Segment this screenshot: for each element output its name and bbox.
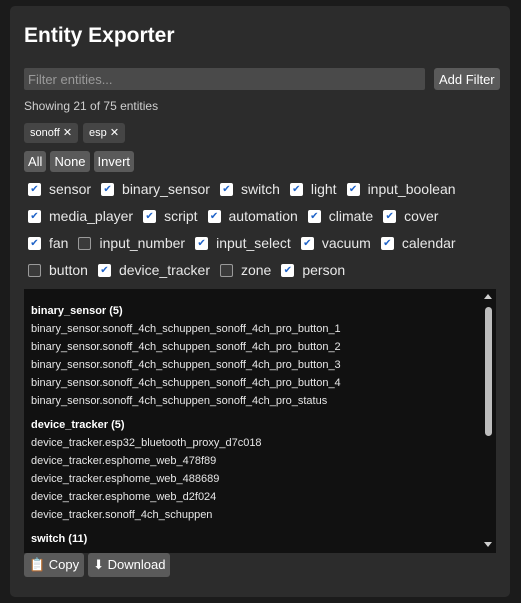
checkbox-checked-icon[interactable]: [97, 263, 111, 277]
export-actions: 📋 Copy ⬇ Download: [24, 553, 171, 577]
copy-button[interactable]: 📋 Copy: [24, 553, 85, 577]
entity-group: device_tracker (5) device_tracker.esp32_b…: [31, 416, 496, 524]
domain-label: calendar: [401, 235, 456, 251]
domain-label: vacuum: [321, 235, 371, 251]
entity-row: device_tracker.esphome_web_488689: [31, 473, 220, 485]
domain-label: input_number: [99, 235, 186, 251]
entity-row: binary_sensor.sonoff_4ch_schuppen_sonoff…: [31, 323, 341, 335]
domain-checkbox-climate[interactable]: climate: [307, 205, 374, 227]
domain-label: person: [302, 262, 346, 278]
domain-label: automation: [228, 208, 298, 224]
checkbox-checked-icon[interactable]: [28, 182, 41, 196]
entity-group-header: switch (11): [31, 533, 88, 545]
entity-row: device_tracker.sonoff_4ch_schuppen: [31, 509, 213, 521]
domain-label: button: [49, 262, 88, 278]
scroll-down-arrow-icon[interactable]: [484, 542, 492, 547]
domain-label: input_select: [216, 235, 291, 251]
download-button[interactable]: ⬇ Download: [88, 553, 171, 577]
checkbox-checked-icon[interactable]: [143, 209, 157, 223]
checkbox-checked-icon[interactable]: [380, 236, 394, 250]
domain-label: script: [164, 208, 198, 224]
domain-checkbox-cover[interactable]: cover: [383, 205, 438, 227]
domain-checkbox-device-tracker[interactable]: device_tracker: [97, 259, 210, 281]
checkbox-checked-icon[interactable]: [346, 182, 360, 196]
entity-list-content: binary_sensor (5) binary_sensor.sonoff_4c…: [24, 289, 496, 548]
entity-group-header: binary_sensor (5): [31, 305, 123, 317]
checkbox-checked-icon[interactable]: [101, 182, 115, 196]
entity-row: binary_sensor.sonoff_4ch_schuppen_sonoff…: [31, 359, 341, 371]
entity-row: device_tracker.esphome_web_d2f024: [31, 491, 217, 503]
domain-checkbox-zone[interactable]: zone: [219, 259, 272, 281]
domain-checkbox-fan[interactable]: fan: [28, 232, 68, 254]
selection-buttons: All None Invert: [24, 151, 135, 172]
select-all-button[interactable]: All: [24, 151, 47, 172]
filter-chip-esp[interactable]: esp ✕: [83, 123, 126, 143]
invert-selection-button[interactable]: Invert: [93, 151, 135, 172]
checkbox-checked-icon[interactable]: [28, 209, 41, 223]
domain-checkbox-automation[interactable]: automation: [207, 205, 298, 227]
domain-checkbox-list: sensor binary_sensor switch light input_bool…: [28, 178, 498, 281]
checkbox-unchecked-icon[interactable]: [219, 263, 233, 277]
scroll-up-arrow-icon[interactable]: [484, 294, 492, 299]
checkbox-unchecked-icon[interactable]: [28, 263, 41, 277]
domain-checkbox-calendar[interactable]: calendar: [380, 232, 456, 254]
domain-label: climate: [328, 208, 374, 224]
domain-checkbox-button[interactable]: button: [28, 259, 88, 281]
domain-checkbox-script[interactable]: script: [143, 205, 198, 227]
domain-label: light: [310, 181, 337, 197]
entity-row: device_tracker.esp32_bluetooth_proxy_d7c…: [31, 437, 262, 449]
domain-checkbox-vacuum[interactable]: vacuum: [300, 232, 371, 254]
filter-chip-sonoff[interactable]: sonoff ✕: [24, 123, 79, 143]
entity-count-status: Showing 21 of 75 entities: [24, 99, 159, 113]
entity-exporter-card: Entity Exporter Add Filter Showing 21 of…: [10, 6, 510, 597]
domain-checkbox-input-number[interactable]: input_number: [78, 232, 185, 254]
domain-checkbox-media-player[interactable]: media_player: [28, 205, 133, 227]
checkbox-checked-icon[interactable]: [281, 263, 295, 277]
domain-checkbox-input-select[interactable]: input_select: [195, 232, 291, 254]
download-button-label: ⬇ Download: [93, 557, 166, 572]
copy-button-label: 📋 Copy: [29, 557, 80, 572]
domain-label: binary_sensor: [122, 181, 210, 197]
entity-row: binary_sensor.sonoff_4ch_schuppen_sonoff…: [31, 341, 341, 353]
entity-group: switch (11): [31, 530, 496, 548]
entity-row: device_tracker.esphome_web_478f89: [31, 455, 217, 467]
checkbox-checked-icon[interactable]: [383, 209, 397, 223]
entity-list-scrollbar[interactable]: [481, 289, 496, 553]
domain-checkbox-sensor[interactable]: sensor: [28, 178, 91, 200]
domain-label: sensor: [49, 181, 92, 197]
domain-label: input_boolean: [367, 181, 456, 197]
checkbox-checked-icon[interactable]: [300, 236, 314, 250]
domain-checkbox-person[interactable]: person: [281, 259, 345, 281]
domain-label: media_player: [49, 208, 134, 224]
select-none-button[interactable]: None: [50, 151, 90, 172]
active-filter-chips: sonoff ✕ esp ✕: [24, 123, 126, 143]
domain-label: switch: [240, 181, 280, 197]
domain-checkbox-input-boolean[interactable]: input_boolean: [346, 178, 456, 200]
entity-group: binary_sensor (5) binary_sensor.sonoff_4c…: [31, 302, 496, 410]
domain-label: device_tracker: [118, 262, 210, 278]
checkbox-checked-icon[interactable]: [307, 209, 321, 223]
domain-checkbox-light[interactable]: light: [289, 178, 337, 200]
domain-checkbox-binary-sensor[interactable]: binary_sensor: [101, 178, 210, 200]
checkbox-checked-icon[interactable]: [195, 236, 209, 250]
scrollbar-thumb[interactable]: [485, 307, 492, 436]
domain-checkbox-switch[interactable]: switch: [219, 178, 280, 200]
domain-label: cover: [404, 208, 439, 224]
domain-label: zone: [240, 262, 272, 278]
checkbox-checked-icon[interactable]: [207, 209, 221, 223]
entity-row: binary_sensor.sonoff_4ch_schuppen_sonoff…: [31, 377, 341, 389]
checkbox-checked-icon[interactable]: [28, 236, 41, 250]
entity-list[interactable]: binary_sensor (5) binary_sensor.sonoff_4c…: [24, 289, 496, 553]
entity-group-header: device_tracker (5): [31, 419, 125, 431]
page-title: Entity Exporter: [24, 24, 175, 47]
domain-label: fan: [49, 235, 69, 251]
filter-input[interactable]: [24, 68, 425, 90]
entity-row: binary_sensor.sonoff_4ch_schuppen_sonoff…: [31, 395, 328, 407]
add-filter-button[interactable]: Add Filter: [434, 68, 500, 90]
checkbox-unchecked-icon[interactable]: [78, 236, 92, 250]
checkbox-checked-icon[interactable]: [289, 182, 303, 196]
checkbox-checked-icon[interactable]: [219, 182, 233, 196]
